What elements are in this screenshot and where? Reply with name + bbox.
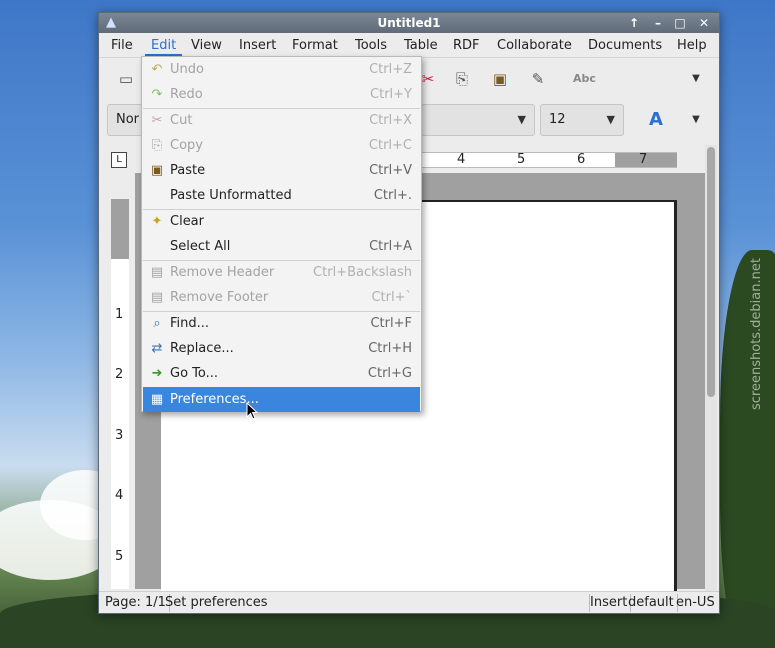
status-language: en-US <box>676 595 715 610</box>
ruler-number: 5 <box>115 549 124 564</box>
toolbar-overflow-icon[interactable]: ▼ <box>685 109 707 131</box>
menu-tools[interactable]: Tools <box>349 36 393 56</box>
menu-collaborate[interactable]: Collaborate <box>491 36 578 56</box>
copy-icon[interactable]: ⎘ <box>451 68 473 90</box>
menu-format[interactable]: Format <box>286 36 344 56</box>
size-combo[interactable]: 12 ▼ <box>540 104 624 136</box>
remove-header-icon: ▤ <box>150 265 164 280</box>
menu-item-find[interactable]: ⌕ Find... Ctrl+F <box>143 311 420 336</box>
ruler-number: 7 <box>639 152 648 167</box>
broom-icon: ✦ <box>151 214 163 229</box>
menu-insert[interactable]: Insert <box>233 36 282 56</box>
font-color-icon[interactable]: A <box>645 109 667 131</box>
menu-item-paste[interactable]: ▣ Paste Ctrl+V <box>143 158 420 183</box>
menu-item-goto[interactable]: ➜ Go To... Ctrl+G <box>143 361 420 386</box>
status-style: default <box>625 594 678 612</box>
keep-above-button[interactable]: ↑ <box>625 15 643 31</box>
menu-item-paste-unformatted[interactable]: Paste Unformatted Ctrl+. <box>143 183 420 208</box>
desktop-watermark: screenshots.debian.net <box>749 258 764 410</box>
minimize-button[interactable]: – <box>649 15 667 31</box>
title-bar[interactable]: ▲ Untitled1 ↑ – □ ✕ <box>99 13 719 33</box>
spellcheck-icon[interactable]: Abc <box>573 68 596 90</box>
menu-bar: File Edit View Insert Format Tools Table… <box>99 34 719 58</box>
size-combo-value: 12 <box>549 112 566 127</box>
menu-rdf[interactable]: RDF <box>447 36 486 56</box>
menu-item-copy[interactable]: ⎘ Copy Ctrl+C <box>143 133 420 158</box>
ruler-number: 6 <box>577 152 586 167</box>
menu-file[interactable]: File <box>105 36 139 56</box>
chevron-down-icon: ▼ <box>517 113 526 126</box>
scrollbar-thumb[interactable] <box>707 147 715 397</box>
status-message: Set preferences <box>162 594 590 612</box>
menu-documents[interactable]: Documents <box>582 36 668 56</box>
goto-icon: ➜ <box>151 366 163 381</box>
ruler-margin <box>111 199 129 259</box>
replace-icon: ⇄ <box>151 341 163 356</box>
horizontal-ruler[interactable]: 4 5 6 7 <box>421 152 677 168</box>
menu-item-cut[interactable]: ✂ Cut Ctrl+X <box>143 108 420 133</box>
preferences-icon: ▦ <box>150 392 164 407</box>
ruler-number: 4 <box>115 488 124 503</box>
format-painter-icon[interactable]: ✎ <box>527 68 549 90</box>
vertical-ruler[interactable]: 1 2 3 4 5 <box>111 199 129 589</box>
menu-edit[interactable]: Edit <box>145 36 183 56</box>
copy-icon: ⎘ <box>151 138 163 153</box>
remove-footer-icon: ▤ <box>150 290 164 305</box>
style-combo-value: Nor <box>116 112 140 127</box>
ruler-number: 4 <box>457 152 466 167</box>
menu-view[interactable]: View <box>185 36 228 56</box>
vertical-scrollbar[interactable] <box>705 145 717 595</box>
menu-item-remove-header[interactable]: ▤ Remove Header Ctrl+Backslash <box>143 260 420 285</box>
menu-item-replace[interactable]: ⇄ Replace... Ctrl+H <box>143 336 420 361</box>
undo-icon: ↶ <box>151 62 163 77</box>
menu-item-undo[interactable]: ↶ Undo Ctrl+Z <box>143 57 420 82</box>
font-combo[interactable]: ▼ <box>421 104 535 136</box>
close-button[interactable]: ✕ <box>695 15 713 31</box>
tab-stop-selector[interactable]: L <box>111 152 127 168</box>
menu-help[interactable]: Help <box>671 36 713 56</box>
ruler-number: 2 <box>115 367 124 382</box>
chevron-down-icon: ▼ <box>606 113 615 126</box>
menu-item-redo[interactable]: ↷ Redo Ctrl+Y <box>143 82 420 107</box>
status-page: Page: 1/1 <box>102 594 170 612</box>
toolbar-overflow-icon[interactable]: ▼ <box>685 68 707 90</box>
mouse-cursor-icon <box>246 402 258 420</box>
redo-icon: ↷ <box>151 87 163 102</box>
menu-item-preferences[interactable]: ▦ Preferences... <box>143 387 420 412</box>
new-document-icon[interactable]: ▭ <box>115 68 137 90</box>
menu-table[interactable]: Table <box>398 36 444 56</box>
clipboard-icon: ▣ <box>150 163 164 178</box>
paste-icon[interactable]: ▣ <box>489 68 511 90</box>
edit-menu-dropdown: ↶ Undo Ctrl+Z ↷ Redo Ctrl+Y ✂ Cut Ctrl+X… <box>141 56 422 412</box>
menu-item-remove-footer[interactable]: ▤ Remove Footer Ctrl+` <box>143 285 420 310</box>
maximize-button[interactable]: □ <box>671 15 689 31</box>
menu-item-select-all[interactable]: Select All Ctrl+A <box>143 234 420 259</box>
ruler-number: 3 <box>115 428 124 443</box>
ruler-number: 5 <box>517 152 526 167</box>
scissors-icon: ✂ <box>151 113 163 128</box>
status-bar: Page: 1/1 Set preferences Insert default… <box>99 591 719 613</box>
find-icon: ⌕ <box>153 316 161 331</box>
ruler-number: 1 <box>115 307 124 322</box>
menu-item-clear[interactable]: ✦ Clear <box>143 209 420 234</box>
